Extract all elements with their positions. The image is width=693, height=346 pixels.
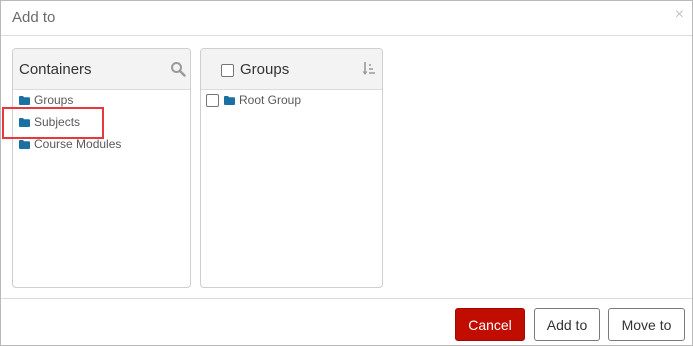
add-to-button[interactable]: Add to: [534, 308, 600, 341]
select-all-checkbox[interactable]: [221, 64, 234, 77]
folder-icon: [224, 96, 235, 105]
containers-panel-title: Containers: [19, 61, 92, 78]
groups-panel-title: Groups: [240, 61, 290, 78]
folder-icon: [19, 96, 30, 105]
sort-descending-icon[interactable]: [362, 61, 376, 77]
dialog-header: Add to ×: [1, 1, 692, 36]
folder-icon: [19, 140, 30, 149]
container-item-label: Groups: [34, 93, 74, 107]
group-item-label: Root Group: [239, 93, 302, 107]
containers-panel-header: Containers: [13, 49, 190, 90]
group-item-root-group[interactable]: Root Group: [201, 93, 381, 109]
root-group-checkbox[interactable]: [206, 94, 219, 107]
groups-panel: Groups Root Group: [200, 48, 383, 288]
dialog-title: Add to: [12, 9, 56, 26]
dialog-footer: Cancel Add to Move to: [1, 298, 692, 346]
cancel-button[interactable]: Cancel: [455, 308, 525, 341]
search-icon[interactable]: [170, 61, 186, 77]
groups-panel-header: Groups: [201, 49, 382, 90]
close-icon[interactable]: ×: [675, 7, 684, 23]
containers-panel: Containers Groups Subjects Course Module…: [12, 48, 191, 288]
container-item-label: Course Modules: [34, 137, 122, 151]
add-to-dialog: Add to × Containers Groups Subjects Cour…: [0, 0, 693, 346]
move-to-button[interactable]: Move to: [608, 308, 685, 341]
highlight-annotation: [2, 107, 104, 139]
